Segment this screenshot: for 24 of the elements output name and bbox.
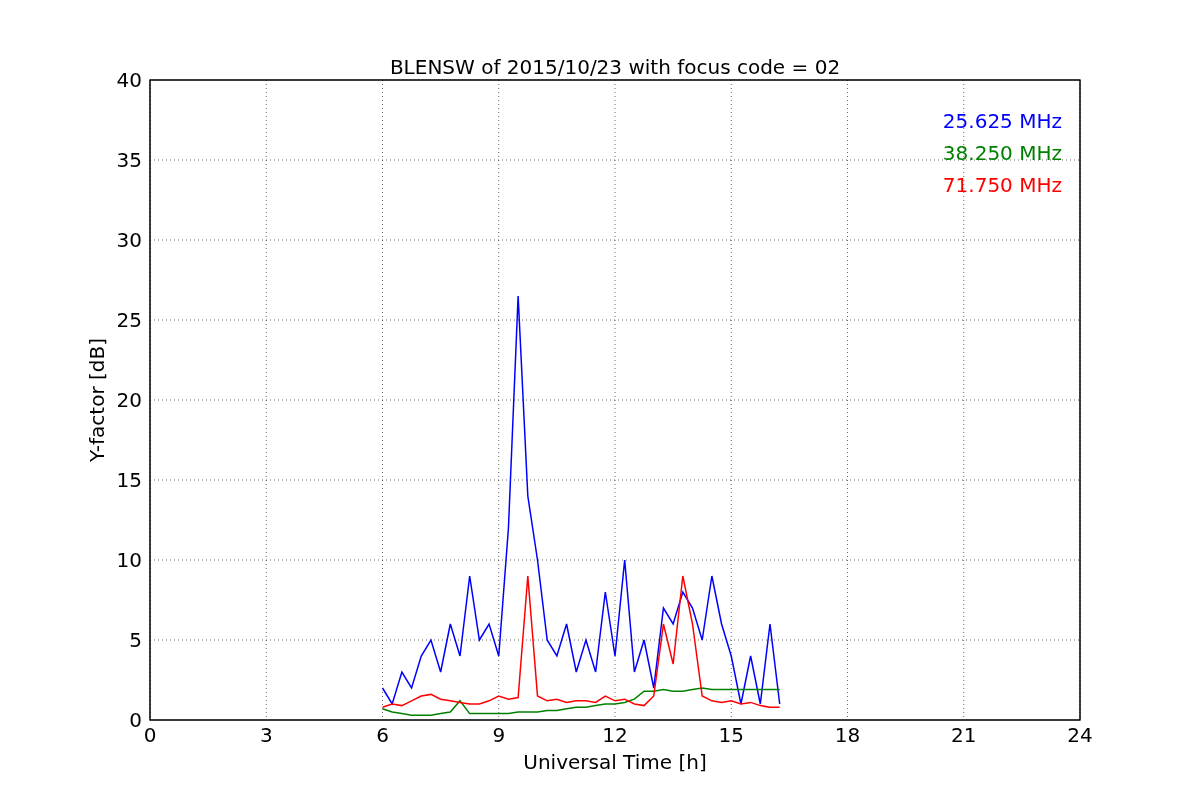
x-tick-label: 0 (143, 723, 157, 747)
x-tick-label: 15 (718, 723, 744, 747)
y-tick-label: 10 (116, 548, 142, 572)
x-tick-label: 12 (602, 723, 628, 747)
y-tick-label: 25 (116, 308, 142, 332)
x-tick-label: 21 (951, 723, 977, 747)
y-tick-label: 30 (116, 228, 142, 252)
x-tick-label: 9 (492, 723, 506, 747)
x-tick-label: 18 (834, 723, 861, 747)
y-tick-label: 0 (129, 708, 142, 732)
y-tick-label: 40 (116, 68, 142, 92)
legend-label: 71.750 MHz (942, 173, 1062, 197)
y-tick-label: 5 (129, 628, 142, 652)
y-tick-label: 15 (116, 468, 142, 492)
chart-title: BLENSW of 2015/10/23 with focus code = 02 (389, 55, 841, 79)
x-tick-label: 6 (376, 723, 389, 747)
y-axis-label: Y-factor [dB] (85, 338, 109, 462)
x-axis-label: Universal Time [h] (523, 750, 707, 774)
x-tick-label: 3 (259, 723, 273, 747)
x-tick-label: 24 (1067, 723, 1093, 747)
legend-label: 38.250 MHz (942, 141, 1062, 165)
legend-label: 25.625 MHz (942, 109, 1062, 133)
y-tick-label: 20 (116, 388, 142, 412)
y-tick-label: 35 (116, 148, 142, 172)
